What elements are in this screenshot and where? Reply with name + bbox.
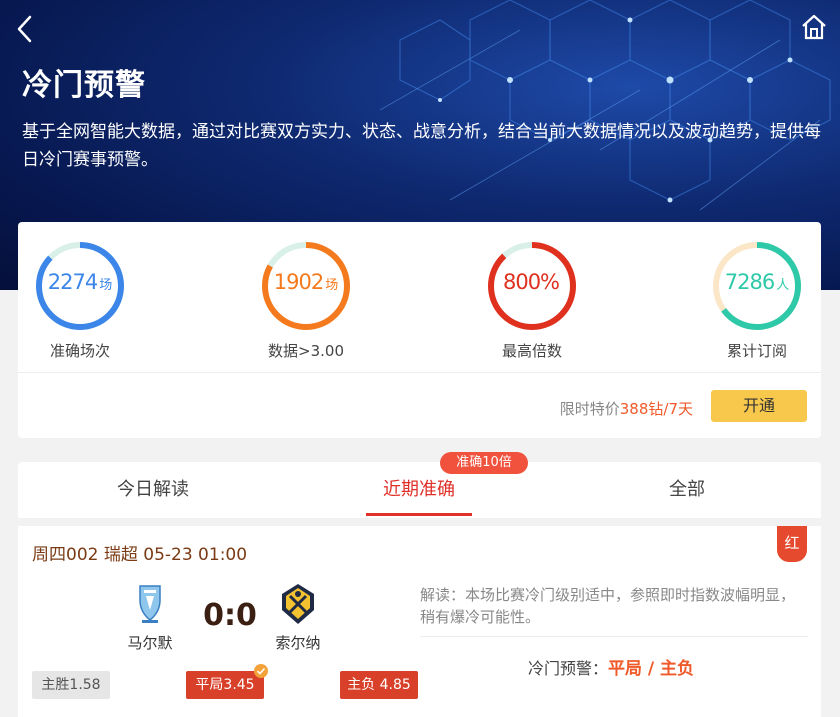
away-team-logo xyxy=(282,584,314,624)
stat-label: 数据>3.00 xyxy=(268,342,344,360)
home-team-name: 马尔默 xyxy=(127,634,173,652)
check-icon xyxy=(254,664,268,678)
stat-value: 7286 人 xyxy=(724,270,790,294)
tab-badge: 准确10倍 xyxy=(440,452,528,474)
active-tab-underline xyxy=(366,513,472,516)
odds-home-win[interactable]: 主胜1.58 xyxy=(32,671,110,699)
odds-draw[interactable]: 平局3.45 xyxy=(186,671,264,699)
away-team: 索尔纳 xyxy=(258,582,338,653)
stat-label: 最高倍数 xyxy=(501,342,562,360)
page-title: 冷门预警 xyxy=(22,68,146,103)
stats-card: 2274 场 准确场次 1902 场 数据>3.00 800% 最高倍数 7286 人 xyxy=(18,222,821,438)
home-icon[interactable] xyxy=(800,12,828,42)
match-header: 周四002 瑞超 05-23 01:00 xyxy=(32,545,248,565)
stat-value: 800% xyxy=(502,270,560,294)
open-subscription-button[interactable]: 开通 xyxy=(711,390,807,422)
upset-warning: 冷门预警：平局 / 主负 xyxy=(528,659,695,679)
tab-bar: 今日解读 近期准确 全部 xyxy=(18,462,821,518)
stat-accurate-matches: 2274 场 准确场次 xyxy=(20,238,140,361)
stat-label: 准确场次 xyxy=(49,342,110,360)
home-team: 马尔默 xyxy=(110,582,190,653)
odds-away-win[interactable]: 主负 4.85 xyxy=(340,671,418,699)
back-arrow-icon[interactable] xyxy=(14,14,38,44)
divider xyxy=(420,636,808,637)
page-description: 基于全网智能大数据，通过对比赛双方实力、状态、战意分析，结合当前大数据情况以及波… xyxy=(22,122,821,170)
match-analysis: 解读：本场比赛冷门级别适中，参照即时指数波幅明显，稍有爆冷可能性。 xyxy=(420,586,796,626)
home-team-logo xyxy=(139,585,161,623)
stat-max-multiplier: 800% 最高倍数 xyxy=(472,238,592,361)
promo-price: 388钻/7天 xyxy=(619,400,693,418)
match-score: 0:0 xyxy=(203,598,257,633)
stat-value: 2274 场 xyxy=(47,270,113,294)
upset-warning-pick: 平局 / 主负 xyxy=(608,659,695,679)
away-team-name: 索尔纳 xyxy=(275,634,321,652)
match-card[interactable]: 周四002 瑞超 05-23 01:00 红 马尔默 0:0 索尔纳 主胜1.5… xyxy=(18,526,821,717)
stat-label: 累计订阅 xyxy=(726,342,787,360)
stat-value: 1902 场 xyxy=(273,270,339,294)
result-badge: 红 xyxy=(777,526,807,562)
stat-total-subscribers: 7286 人 累计订阅 xyxy=(697,238,817,361)
tab-today[interactable]: 今日解读 xyxy=(58,462,248,518)
stat-data-over-3: 1902 场 数据>3.00 xyxy=(246,238,366,361)
divider xyxy=(18,372,821,373)
tab-all[interactable]: 全部 xyxy=(592,462,782,518)
promo-text: 限时特价388钻/7天 xyxy=(559,400,693,418)
